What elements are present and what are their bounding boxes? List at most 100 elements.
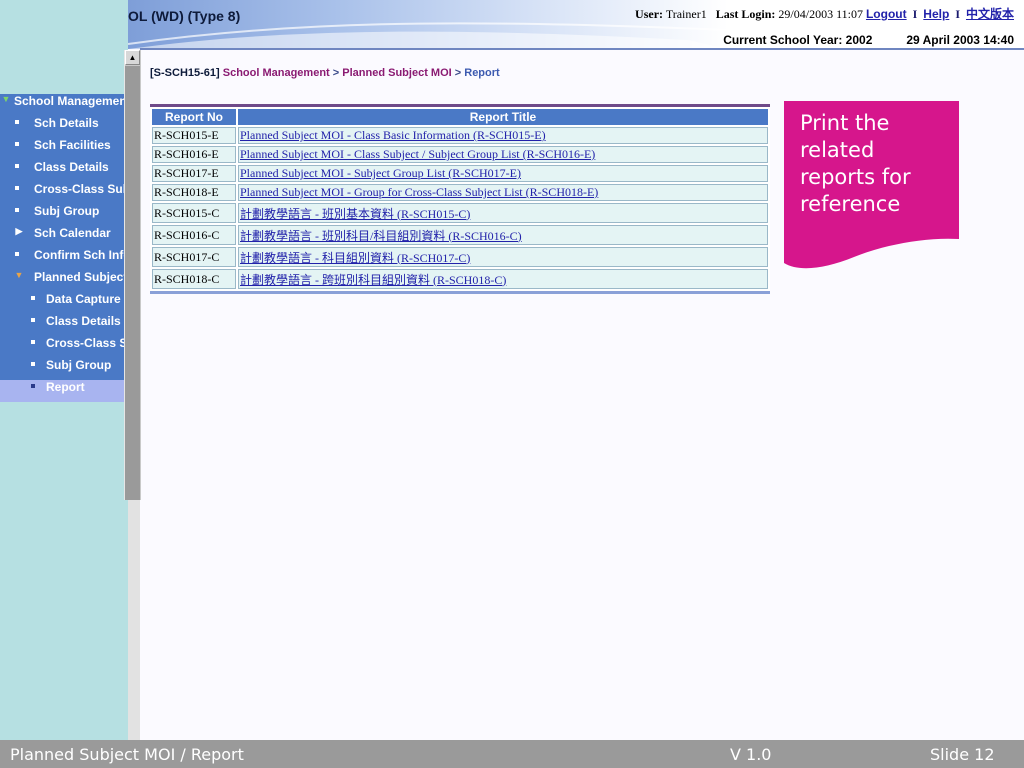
footer-version: V 1.0 (730, 745, 772, 764)
bullet-icon (12, 116, 22, 126)
report-no-cell: R-SCH018-C (152, 269, 236, 289)
date-time: 29 April 2003 14:40 (906, 33, 1014, 47)
last-login-label: Last Login: (715, 7, 776, 21)
bullet-icon (28, 336, 38, 346)
table-row: R-SCH018-C 計劃教學語言 - 跨班別科目組別資料 (R-SCH018-… (152, 269, 768, 289)
report-title-cell: Planned Subject MOI - Group for Cross-Cl… (238, 184, 768, 201)
sidebar-item-label: Subj Group (34, 204, 100, 218)
header-rule (140, 48, 1024, 50)
report-link[interactable]: Planned Subject MOI - Class Basic Inform… (240, 128, 546, 142)
bullet-icon (28, 314, 38, 324)
user-label: User: (635, 7, 664, 21)
sidebar-item-label: Report (46, 380, 85, 394)
report-title-cell: Planned Subject MOI - Class Basic Inform… (238, 127, 768, 144)
scroll-up-arrow-icon[interactable]: ▲ (125, 50, 140, 65)
sidebar-item-moi-class-details[interactable]: Class Details (0, 314, 124, 336)
scroll-gutter (128, 500, 140, 740)
sidebar-scrollbar[interactable]: ▲ (124, 50, 141, 500)
report-link[interactable]: 計劃教學語言 - 跨班別科目組別資料 (R-SCH018-C) (240, 273, 506, 287)
sidebar-item-label: School Managemen (14, 94, 124, 108)
triangle-down-icon: ▼ (1, 94, 11, 104)
breadcrumb-planned-subject-moi[interactable]: Planned Subject MOI (342, 67, 451, 79)
bullet-icon (28, 292, 38, 302)
report-link[interactable]: 計劃教學語言 - 班別科目/科目組別資料 (R-SCH016-C) (240, 229, 522, 243)
sidebar-item-label: Planned Subject (34, 270, 124, 284)
sidebar-item-label: Cross-Class S (46, 336, 124, 350)
bullet-icon (12, 204, 22, 214)
report-no-cell: R-SCH017-C (152, 247, 236, 267)
sidebar-item-sch-calendar[interactable]: ▶ Sch Calendar (0, 226, 124, 248)
breadcrumb-school-management[interactable]: School Management (223, 67, 330, 79)
report-link[interactable]: 計劃教學語言 - 班別基本資料 (R-SCH015-C) (240, 207, 470, 221)
breadcrumb: [S-SCH15-61] School Management > Planned… (150, 67, 500, 79)
column-header-report-title: Report Title (238, 109, 768, 125)
sidebar-item-sch-facilities[interactable]: Sch Facilities (0, 138, 124, 160)
sidebar-item-moi-subj-group[interactable]: Subj Group (0, 358, 124, 380)
table-row: R-SCH016-C 計劃教學語言 - 班別科目/科目組別資料 (R-SCH01… (152, 225, 768, 245)
report-link[interactable]: 計劃教學語言 - 科目組別資料 (R-SCH017-C) (240, 251, 470, 265)
sidebar-item-confirm-sch-info[interactable]: Confirm Sch Info (0, 248, 124, 270)
report-no-cell: R-SCH015-C (152, 203, 236, 223)
sidebar-item-label: Sch Facilities (34, 138, 111, 152)
report-no-cell: R-SCH017-E (152, 165, 236, 182)
table-row: R-SCH017-C 計劃教學語言 - 科目組別資料 (R-SCH017-C) (152, 247, 768, 267)
sidebar-item-label: Cross-Class Sul (34, 182, 124, 196)
report-title-cell: Planned Subject MOI - Class Subject / Su… (238, 146, 768, 163)
report-table-container: Report No Report Title R-SCH015-E Planne… (150, 104, 770, 294)
bullet-icon (12, 138, 22, 148)
table-row: R-SCH017-E Planned Subject MOI - Subject… (152, 165, 768, 182)
triangle-right-icon: ▶ (15, 226, 23, 236)
report-link[interactable]: Planned Subject MOI - Group for Cross-Cl… (240, 185, 598, 199)
sidebar-item-label: Class Details (34, 160, 109, 174)
sidebar-item-label: Confirm Sch Info (34, 248, 124, 262)
report-no-cell: R-SCH016-C (152, 225, 236, 245)
breadcrumb-separator: > (332, 67, 340, 79)
sidebar-item-label: Sch Details (34, 116, 99, 130)
scroll-track[interactable] (125, 66, 140, 500)
chinese-version-link[interactable]: 中文版本 (966, 7, 1014, 21)
report-no-cell: R-SCH018-E (152, 184, 236, 201)
sidebar-item-planned-subject-moi[interactable]: ▼ Planned Subject (0, 270, 124, 292)
report-title-cell: 計劃教學語言 - 班別科目/科目組別資料 (R-SCH016-C) (238, 225, 768, 245)
header-status: Current School Year: 2002 29 April 2003 1… (723, 33, 1014, 47)
report-title-cell: 計劃教學語言 - 科目組別資料 (R-SCH017-C) (238, 247, 768, 267)
sidebar-item-sch-details[interactable]: Sch Details (0, 116, 124, 138)
sidebar-item-moi-cross-class[interactable]: Cross-Class S (0, 336, 124, 358)
callout-text: Print the related reports for reference (800, 111, 911, 216)
sidebar-item-data-capture[interactable]: Data Capture (0, 292, 124, 314)
report-table: Report No Report Title R-SCH015-E Planne… (150, 107, 770, 291)
sidebar-item-subj-group[interactable]: Subj Group (0, 204, 124, 226)
bullet-icon (12, 248, 22, 258)
bullet-icon (12, 160, 22, 170)
bullet-icon (28, 358, 38, 368)
help-link[interactable]: Help (923, 7, 949, 21)
report-title-cell: 計劃教學語言 - 跨班別科目組別資料 (R-SCH018-C) (238, 269, 768, 289)
triangle-down-icon: ▼ (14, 270, 24, 280)
header-title: OL (WD) (Type 8) (128, 8, 241, 24)
slide-footer: Planned Subject MOI / Report V 1.0 Slide… (0, 740, 1024, 768)
bullet-icon (12, 182, 22, 192)
breadcrumb-separator: > (454, 67, 462, 79)
report-link[interactable]: Planned Subject MOI - Subject Group List… (240, 166, 521, 180)
sidebar-item-class-details[interactable]: Class Details (0, 160, 124, 182)
user-name: Trainer1 (665, 7, 707, 21)
header: OL (WD) (Type 8) User: Trainer1 Last Log… (128, 0, 1024, 49)
sidebar-item-label: Subj Group (46, 358, 112, 372)
logout-link[interactable]: Logout (866, 7, 907, 21)
sidebar-item-report[interactable]: Report (0, 380, 124, 402)
sidebar-item-school-management[interactable]: ▼ School Managemen (0, 94, 124, 116)
user-info: User: Trainer1 Last Login: 29/04/2003 11… (635, 5, 1014, 22)
table-row: R-SCH016-E Planned Subject MOI - Class S… (152, 146, 768, 163)
report-title-cell: Planned Subject MOI - Subject Group List… (238, 165, 768, 182)
sidebar-nav: ▼ School Managemen Sch Details Sch Facil… (0, 94, 124, 402)
last-login-value: 29/04/2003 11:07 (778, 7, 863, 21)
report-link[interactable]: Planned Subject MOI - Class Subject / Su… (240, 147, 595, 161)
column-header-report-no: Report No (152, 109, 236, 125)
sidebar-item-label: Class Details (46, 314, 121, 328)
separator: I (955, 7, 960, 21)
report-no-cell: R-SCH016-E (152, 146, 236, 163)
sidebar-item-cross-class-subject[interactable]: Cross-Class Sul (0, 182, 124, 204)
bullet-icon (28, 380, 38, 390)
sidebar-item-label: Data Capture (46, 292, 121, 306)
footer-title: Planned Subject MOI / Report (10, 745, 244, 764)
